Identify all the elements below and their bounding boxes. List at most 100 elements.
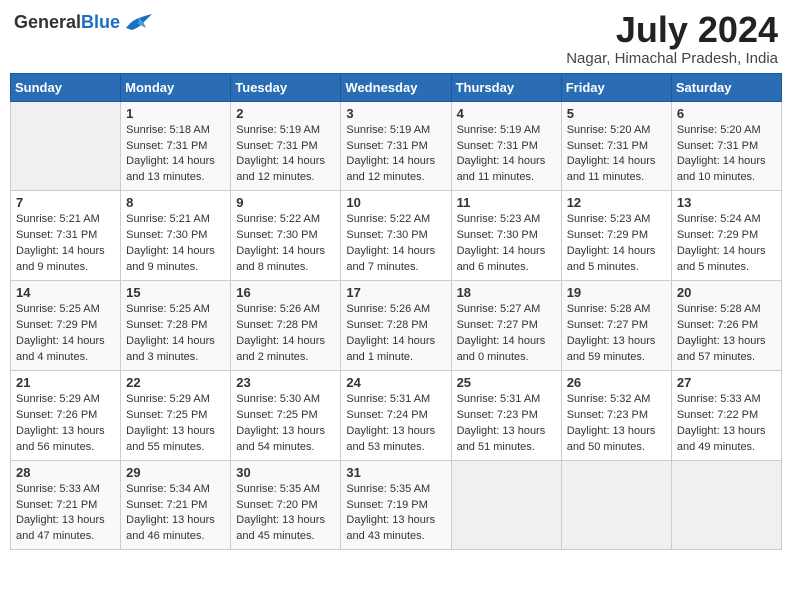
day-info: Sunrise: 5:34 AM Sunset: 7:21 PM Dayligh… [126,482,225,546]
calendar-cell: 29 Sunrise: 5:34 AM Sunset: 7:21 PM Dayli… [121,460,231,550]
day-info: Sunrise: 5:35 AM Sunset: 7:20 PM Dayligh… [236,482,335,546]
day-number: 1 [126,106,225,121]
day-info: Sunrise: 5:28 AM Sunset: 7:26 PM Dayligh… [677,302,776,366]
day-number: 9 [236,195,335,210]
day-number: 6 [677,106,776,121]
calendar-cell: 21Sunrise: 5:29 AM Sunset: 7:26 PM Dayli… [11,370,121,460]
day-info: Sunrise: 5:25 AM Sunset: 7:29 PM Dayligh… [16,302,115,366]
day-number: 29 [126,465,225,480]
day-info: Sunrise: 5:24 AM Sunset: 7:29 PM Dayligh… [677,212,776,276]
day-info: Sunrise: 5:29 AM Sunset: 7:25 PM Dayligh… [126,392,225,456]
day-number: 20 [677,285,776,300]
day-number: 4 [457,106,556,121]
day-info: Sunrise: 5:30 AM Sunset: 7:25 PM Dayligh… [236,392,335,456]
day-number: 21 [16,375,115,390]
day-number: 3 [346,106,445,121]
calendar-cell: 22 Sunrise: 5:29 AM Sunset: 7:25 PM Dayli… [121,370,231,460]
day-number: 27 [677,375,776,390]
day-number: 7 [16,195,115,210]
calendar-cell: 2 Sunrise: 5:19 AM Sunset: 7:31 PM Daylig… [231,101,341,191]
calendar-cell: 13 Sunrise: 5:24 AM Sunset: 7:29 PM Dayli… [671,191,781,281]
title-block: July 2024 Nagar, Himachal Pradesh, India [566,10,778,67]
calendar-cell: 11Sunrise: 5:23 AM Sunset: 7:30 PM Dayli… [451,191,561,281]
day-number: 2 [236,106,335,121]
calendar-cell: 24Sunrise: 5:31 AM Sunset: 7:24 PM Dayli… [341,370,451,460]
calendar-cell: 19Sunrise: 5:28 AM Sunset: 7:27 PM Dayli… [561,281,671,371]
logo-general: General [14,12,81,32]
calendar-cell: 31Sunrise: 5:35 AM Sunset: 7:19 PM Dayli… [341,460,451,550]
calendar-cell: 10Sunrise: 5:22 AM Sunset: 7:30 PM Dayli… [341,191,451,281]
calendar-week-row: 21Sunrise: 5:29 AM Sunset: 7:26 PM Dayli… [11,370,782,460]
day-info: Sunrise: 5:21 AM Sunset: 7:30 PM Dayligh… [126,212,225,276]
calendar-cell [451,460,561,550]
day-number: 19 [567,285,666,300]
weekday-header: Sunday [11,73,121,101]
day-number: 30 [236,465,335,480]
weekday-header: Thursday [451,73,561,101]
day-info: Sunrise: 5:27 AM Sunset: 7:27 PM Dayligh… [457,302,556,366]
calendar-cell: 27 Sunrise: 5:33 AM Sunset: 7:22 PM Dayli… [671,370,781,460]
day-number: 17 [346,285,445,300]
day-info: Sunrise: 5:23 AM Sunset: 7:30 PM Dayligh… [457,212,556,276]
day-number: 31 [346,465,445,480]
logo-blue: Blue [81,12,120,32]
calendar-cell: 6 Sunrise: 5:20 AM Sunset: 7:31 PM Daylig… [671,101,781,191]
day-info: Sunrise: 5:20 AM Sunset: 7:31 PM Dayligh… [677,123,776,187]
calendar-cell: 15 Sunrise: 5:25 AM Sunset: 7:28 PM Dayli… [121,281,231,371]
day-number: 23 [236,375,335,390]
calendar-cell: 26 Sunrise: 5:32 AM Sunset: 7:23 PM Dayli… [561,370,671,460]
day-info: Sunrise: 5:26 AM Sunset: 7:28 PM Dayligh… [346,302,445,366]
calendar-cell [671,460,781,550]
day-info: Sunrise: 5:19 AM Sunset: 7:31 PM Dayligh… [236,123,335,187]
day-number: 22 [126,375,225,390]
day-number: 15 [126,285,225,300]
logo: GeneralBlue [14,10,154,34]
day-info: Sunrise: 5:19 AM Sunset: 7:31 PM Dayligh… [346,123,445,187]
calendar-cell: 7 Sunrise: 5:21 AM Sunset: 7:31 PM Daylig… [11,191,121,281]
page-header: GeneralBlue July 2024 Nagar, Himachal Pr… [10,10,782,67]
calendar-week-row: 28Sunrise: 5:33 AM Sunset: 7:21 PM Dayli… [11,460,782,550]
day-number: 26 [567,375,666,390]
calendar-cell: 4Sunrise: 5:19 AM Sunset: 7:31 PM Daylig… [451,101,561,191]
day-info: Sunrise: 5:25 AM Sunset: 7:28 PM Dayligh… [126,302,225,366]
day-info: Sunrise: 5:22 AM Sunset: 7:30 PM Dayligh… [236,212,335,276]
day-info: Sunrise: 5:31 AM Sunset: 7:24 PM Dayligh… [346,392,445,456]
day-number: 12 [567,195,666,210]
day-number: 14 [16,285,115,300]
day-number: 10 [346,195,445,210]
day-info: Sunrise: 5:20 AM Sunset: 7:31 PM Dayligh… [567,123,666,187]
calendar-cell: 28Sunrise: 5:33 AM Sunset: 7:21 PM Dayli… [11,460,121,550]
month-title: July 2024 [566,10,778,50]
weekday-header: Saturday [671,73,781,101]
day-number: 5 [567,106,666,121]
day-info: Sunrise: 5:33 AM Sunset: 7:22 PM Dayligh… [677,392,776,456]
day-info: Sunrise: 5:32 AM Sunset: 7:23 PM Dayligh… [567,392,666,456]
day-info: Sunrise: 5:31 AM Sunset: 7:23 PM Dayligh… [457,392,556,456]
calendar-header-row: SundayMondayTuesdayWednesdayThursdayFrid… [11,73,782,101]
weekday-header: Monday [121,73,231,101]
calendar-cell: 5 Sunrise: 5:20 AM Sunset: 7:31 PM Daylig… [561,101,671,191]
calendar-cell: 17 Sunrise: 5:26 AM Sunset: 7:28 PM Dayli… [341,281,451,371]
day-number: 18 [457,285,556,300]
day-number: 28 [16,465,115,480]
calendar-cell: 16Sunrise: 5:26 AM Sunset: 7:28 PM Dayli… [231,281,341,371]
calendar-cell [11,101,121,191]
day-number: 8 [126,195,225,210]
day-info: Sunrise: 5:23 AM Sunset: 7:29 PM Dayligh… [567,212,666,276]
calendar-cell: 30 Sunrise: 5:35 AM Sunset: 7:20 PM Dayli… [231,460,341,550]
location-title: Nagar, Himachal Pradesh, India [566,50,778,67]
day-info: Sunrise: 5:21 AM Sunset: 7:31 PM Dayligh… [16,212,115,276]
calendar-cell: 12 Sunrise: 5:23 AM Sunset: 7:29 PM Dayli… [561,191,671,281]
calendar-cell: 3 Sunrise: 5:19 AM Sunset: 7:31 PM Daylig… [341,101,451,191]
calendar-cell: 14 Sunrise: 5:25 AM Sunset: 7:29 PM Dayli… [11,281,121,371]
day-number: 13 [677,195,776,210]
calendar-cell: 23 Sunrise: 5:30 AM Sunset: 7:25 PM Dayli… [231,370,341,460]
calendar-week-row: 7 Sunrise: 5:21 AM Sunset: 7:31 PM Daylig… [11,191,782,281]
calendar-cell [561,460,671,550]
day-info: Sunrise: 5:18 AM Sunset: 7:31 PM Dayligh… [126,123,225,187]
calendar-cell: 18 Sunrise: 5:27 AM Sunset: 7:27 PM Dayli… [451,281,561,371]
calendar-table: SundayMondayTuesdayWednesdayThursdayFrid… [10,73,782,551]
calendar-cell: 1 Sunrise: 5:18 AM Sunset: 7:31 PM Daylig… [121,101,231,191]
logo-bird-icon [124,10,154,34]
calendar-cell: 8 Sunrise: 5:21 AM Sunset: 7:30 PM Daylig… [121,191,231,281]
